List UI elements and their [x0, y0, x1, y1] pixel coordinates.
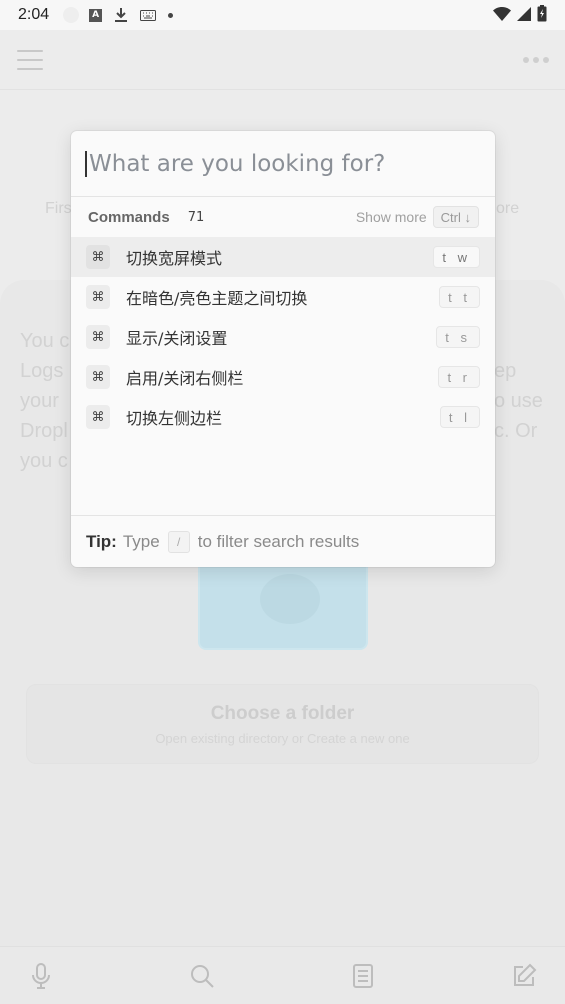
status-right: [493, 4, 547, 26]
command-icon: ⌘: [86, 325, 110, 349]
command-shortcut: t w: [433, 246, 480, 268]
show-more-shortcut: Ctrl ↓: [432, 206, 479, 228]
search-row: [71, 131, 495, 197]
download-icon: [114, 7, 128, 23]
journal-icon[interactable]: [348, 961, 378, 991]
command-item-toggle-settings[interactable]: ⌘ 显示/关闭设置 t s: [71, 317, 495, 357]
choose-folder-title: Choose a folder: [210, 703, 355, 724]
battery-icon: [537, 4, 547, 26]
show-more-button[interactable]: Show more: [356, 209, 427, 225]
notification-circle-icon: [63, 7, 80, 23]
app-header: [0, 30, 565, 90]
commands-group-header: Commands 71 Show more Ctrl ↓: [71, 197, 495, 237]
search-input[interactable]: [85, 150, 481, 177]
microphone-icon[interactable]: [26, 961, 56, 991]
command-label: 在暗色/亮色主题之间切换: [126, 289, 308, 308]
tip-key: /: [167, 530, 190, 553]
search-palette: Commands 71 Show more Ctrl ↓ ⌘ 切换宽屏模式 t …: [71, 131, 495, 567]
command-icon: ⌘: [86, 285, 110, 309]
choose-folder-button[interactable]: Choose a folder Open existing directory …: [26, 684, 539, 764]
tip-post: to filter search results: [197, 531, 360, 551]
bottom-toolbar: [0, 946, 565, 1004]
signal-icon: [517, 6, 531, 25]
command-label: 切换左侧边栏: [126, 409, 223, 428]
status-time: 2:04: [18, 6, 50, 23]
commands-count: 71: [187, 209, 205, 225]
keyboard-icon: [140, 9, 157, 21]
command-shortcut: t r: [438, 366, 480, 388]
command-shortcut: t l: [439, 406, 480, 428]
more-options-icon[interactable]: [523, 57, 549, 63]
command-label: 切换宽屏模式: [126, 249, 223, 268]
a-app-icon: A: [89, 8, 103, 22]
menu-icon[interactable]: [17, 50, 43, 70]
bg-paragraph-right: ep o use c. Or: [494, 360, 543, 442]
command-label: 启用/关闭右侧栏: [126, 369, 244, 388]
folder-illustration: [198, 560, 368, 650]
commands-title: Commands: [88, 208, 170, 226]
search-icon[interactable]: [187, 961, 217, 991]
command-item-toggle-right-sidebar[interactable]: ⌘ 启用/关闭右侧栏 t r: [71, 357, 495, 397]
command-icon: ⌘: [86, 245, 110, 269]
tip-row: Tip: Type / to filter search results: [71, 515, 495, 567]
tip-pre: Type: [122, 531, 160, 551]
command-icon: ⌘: [86, 405, 110, 429]
edit-icon[interactable]: [509, 961, 539, 991]
bg-first-fragment: Firs: [45, 200, 72, 217]
command-item-toggle-theme[interactable]: ⌘ 在暗色/亮色主题之间切换 t t: [71, 277, 495, 317]
command-shortcut: t t: [439, 286, 480, 308]
command-shortcut: t s: [436, 326, 480, 348]
status-bar: 2:04 A: [0, 0, 565, 30]
tip-label: Tip:: [86, 531, 117, 551]
dot-icon: [168, 12, 174, 18]
command-label: 显示/关闭设置: [126, 329, 228, 348]
command-icon: ⌘: [86, 365, 110, 389]
bg-more-fragment: ore: [496, 200, 520, 217]
command-item-toggle-wide-mode[interactable]: ⌘ 切换宽屏模式 t w: [71, 237, 495, 277]
choose-folder-subtitle: Open existing directory or Create a new …: [155, 731, 410, 746]
wifi-icon: [493, 6, 511, 25]
command-item-toggle-left-sidebar[interactable]: ⌘ 切换左侧边栏 t l: [71, 397, 495, 437]
command-list: ⌘ 切换宽屏模式 t w ⌘ 在暗色/亮色主题之间切换 t t ⌘ 显示/关闭设…: [71, 237, 495, 437]
